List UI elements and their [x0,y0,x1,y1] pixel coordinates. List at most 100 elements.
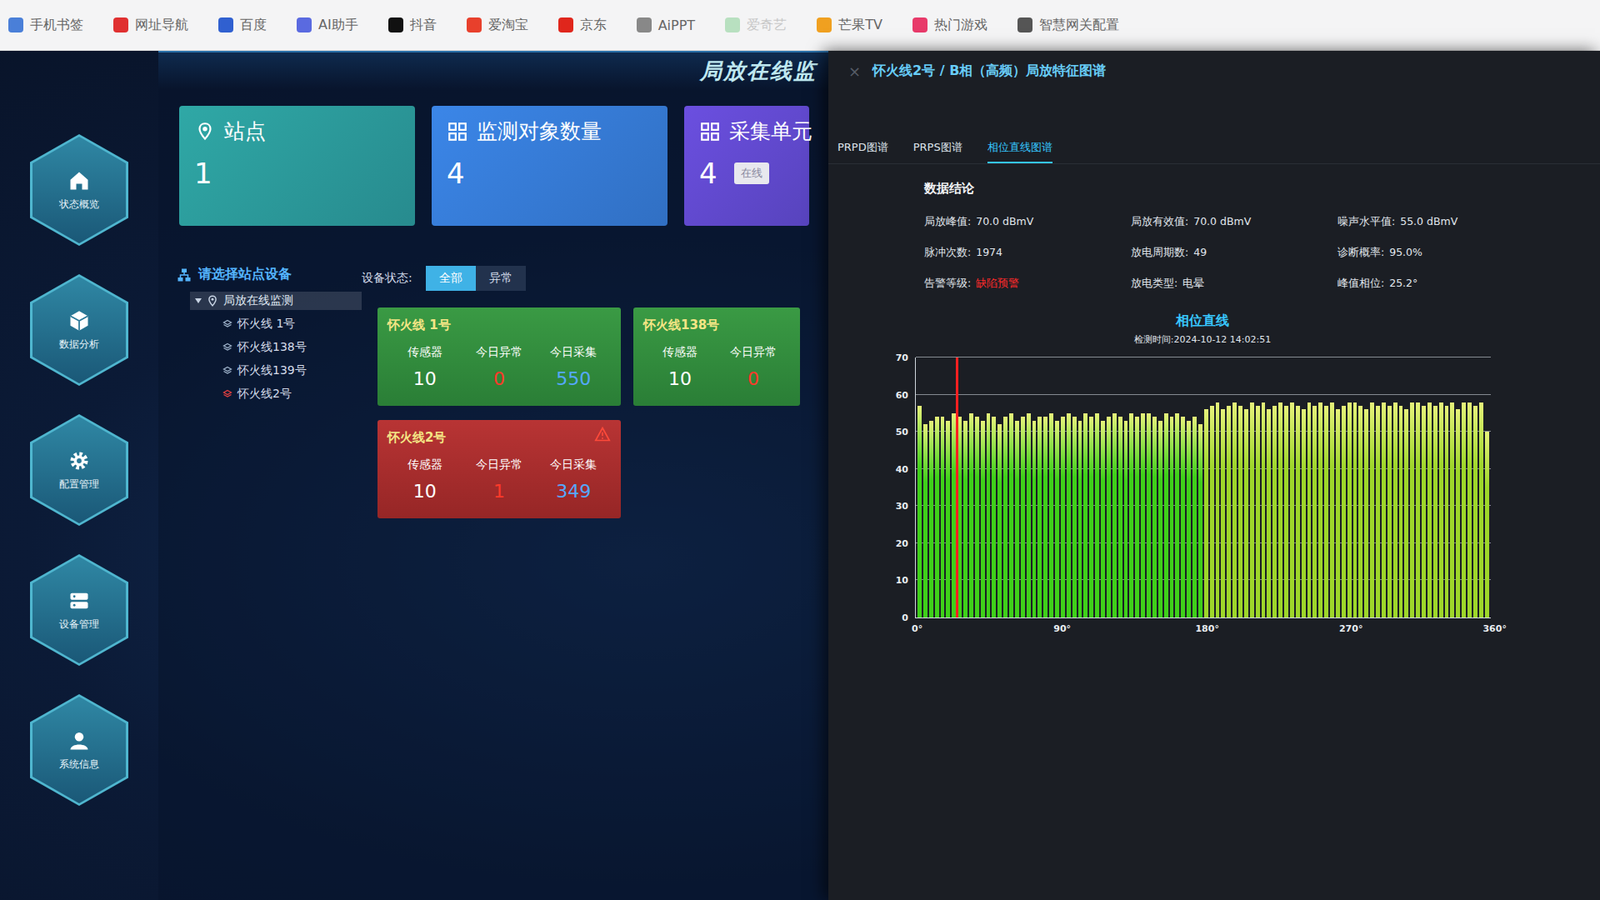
bookmark-label[interactable]: 抖音 [410,16,437,35]
sidebar-item[interactable]: 数据分析 [30,274,129,386]
sidebar-item[interactable]: 状态概览 [30,134,129,246]
bookmark-item[interactable]: 百度 [218,16,267,35]
bar [1078,420,1083,618]
bookmark-label[interactable]: AiPPT [658,17,695,34]
tab[interactable]: PRPD图谱 [837,135,889,164]
y-tick: 50 [895,426,909,438]
bookmark-item[interactable]: 手机书签 [8,16,84,35]
device-name[interactable]: 怀火线2号 [387,430,611,446]
bookmark-item[interactable]: 爱奇艺 [725,16,787,35]
device-stat: 今日异常1 [461,457,536,502]
bar [1415,402,1420,619]
bookmark-label[interactable]: 爱淘宝 [488,16,529,35]
bookmark-item[interactable]: 智慧网关配置 [1017,16,1120,35]
bookmark-item[interactable]: AiPPT [636,17,695,34]
bar [1445,405,1450,618]
bookmark-label[interactable]: 京东 [580,16,607,35]
sidebar-label[interactable]: 设备管理 [59,617,100,632]
sidebar-hex[interactable]: 配置管理 [32,416,126,524]
device-card[interactable]: 怀火线138号传感器10今日异常0 [633,307,800,406]
bar [1410,402,1415,619]
tree-root-label[interactable]: 局放在线监测 [223,293,294,309]
sidebar-item[interactable]: 系统信息 [30,694,129,806]
x-tick: 270° [1339,623,1363,635]
bookmark-label[interactable]: 芒果TV [838,16,883,35]
sidebar-hex[interactable]: 设备管理 [32,556,126,664]
tree-node[interactable]: 怀火线2号 [222,385,362,404]
tab[interactable]: 相位直线图谱 [987,135,1053,164]
close-button[interactable]: × [848,62,861,80]
sidebar-hex[interactable]: 系统信息 [32,696,126,804]
main-content: 局放在线监站点1监测对象数量4采集单元4在线请选择站点设备局放在线监测怀火线 1… [158,50,829,900]
bar [935,416,940,618]
sidebar-item[interactable]: 配置管理 [30,414,129,526]
sidebar-label[interactable]: 系统信息 [59,757,100,772]
bookmark-icon [912,17,928,33]
bookmark-item[interactable]: 爱淘宝 [466,16,529,35]
bookmark-item[interactable]: AI助手 [296,16,359,35]
tree-node-label[interactable]: 怀火线2号 [237,386,292,402]
bookmark-item[interactable]: 网址导航 [113,16,189,35]
conclusion-title: 数据结论 [924,180,1600,197]
bar [1307,402,1312,619]
panel-tabs: PRPD图谱 PRPS图谱相位直线图谱 [828,135,1600,165]
bookmark-item[interactable]: 芒果TV [816,16,883,35]
bookmark-label[interactable]: 网址导航 [135,16,189,35]
expand-caret[interactable] [195,298,202,304]
metric-value: 70.0 dBmV [1193,215,1251,230]
y-tick: 60 [895,389,909,400]
bar [1083,413,1088,618]
y-tick: 10 [895,575,909,586]
tree-node-label[interactable]: 怀火线138号 [237,340,307,355]
sidebar-hex[interactable]: 状态概览 [32,136,126,244]
device-card[interactable]: 怀火线 1号传感器10今日异常0今日采集550 [377,307,621,406]
sidebar-label[interactable]: 配置管理 [59,477,100,492]
sidebar-item[interactable]: 设备管理 [30,554,129,666]
app-header: 局放在线监 [158,50,829,90]
bookmark-item[interactable]: 热门游戏 [912,16,988,35]
panel-body: 数据结论局放峰值:70.0 dBmV局放有效值:70.0 dBmV噪声水平值:5… [828,164,1600,639]
sidebar-label[interactable]: 数据分析 [59,337,100,352]
sidebar-label[interactable]: 状态概览 [59,197,100,212]
tree-node[interactable]: 怀火线138号 [222,338,362,357]
metric-label: 告警等级: [924,276,971,291]
bar [1170,416,1175,618]
sitemap-icon [176,267,192,283]
device-icon [222,342,233,353]
tree-node[interactable]: 怀火线 1号 [222,315,362,334]
stat-value: 1 [194,156,213,190]
bookmark-label[interactable]: AI助手 [318,16,359,35]
sidebar-hex[interactable]: 数据分析 [32,276,126,384]
y-tick: 40 [895,463,909,475]
filter-option[interactable]: 全部 [425,265,476,291]
stat-card: 监测对象数量4 [431,105,668,226]
bar [1232,402,1237,619]
tree-node-label[interactable]: 怀火线139号 [237,363,307,379]
device-name[interactable]: 怀火线138号 [643,317,790,334]
tab[interactable]: PRPS图谱 [913,135,963,164]
bookmark-item[interactable]: 京东 [558,16,607,35]
bookmark-label[interactable]: 百度 [240,16,267,35]
status-badge: 在线 [734,162,770,185]
tree-node-label[interactable]: 怀火线 1号 [237,316,295,332]
bar [1421,405,1426,618]
bar [1244,409,1249,618]
bookmark-label[interactable]: 手机书签 [30,16,84,35]
device-name[interactable]: 怀火线 1号 [387,317,611,334]
bar [1324,405,1329,618]
tree-node[interactable]: 怀火线139号 [222,361,362,380]
stat-card-body: 1 [194,156,400,190]
device-card[interactable]: 怀火线2号传感器10今日异常1今日采集349 [377,420,621,519]
x-tick: 360° [1482,623,1506,635]
bookmark-label[interactable]: 热门游戏 [934,16,988,35]
device-stat: 今日采集550 [536,345,611,390]
tree-root[interactable]: 局放在线监测 [190,291,362,310]
bookmark-label[interactable]: 爱奇艺 [746,16,787,35]
bookmark-icon [558,17,574,33]
bookmark-label[interactable]: 智慧网关配置 [1039,16,1120,35]
filter-option[interactable]: 异常 [475,265,526,291]
bar [1347,402,1352,619]
stat-card: 采集单元4在线 [684,105,810,226]
bar [1140,413,1145,618]
bookmark-item[interactable]: 抖音 [388,16,437,35]
